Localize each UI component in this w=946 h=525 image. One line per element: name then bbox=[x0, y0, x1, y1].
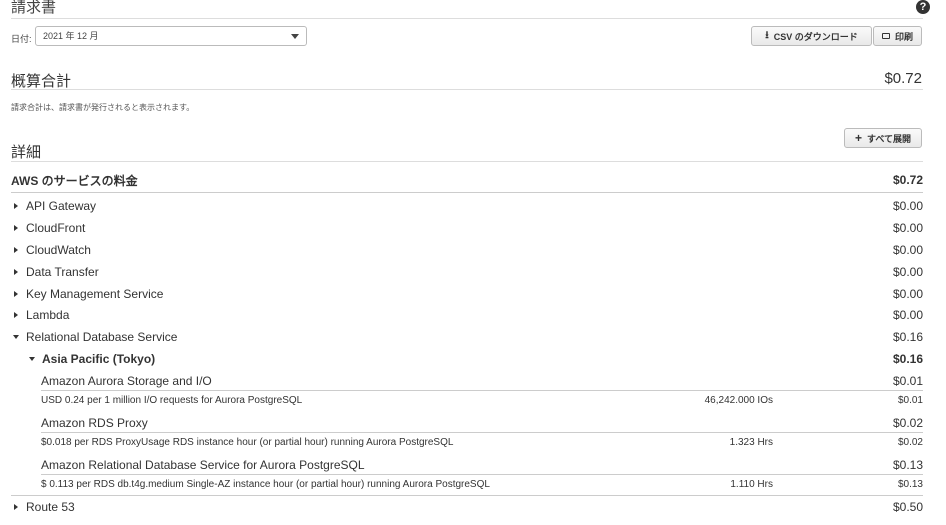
usage-type-amount: $0.13 bbox=[892, 458, 923, 472]
group-total: $0.72 bbox=[892, 173, 923, 187]
line-item-amount: $0.02 bbox=[897, 436, 923, 448]
usage-type-title: Amazon RDS Proxy bbox=[41, 416, 148, 430]
service-row-api-gateway[interactable]: API Gateway $0.00 bbox=[11, 195, 923, 217]
usage-type-heading: Amazon Relational Database Service for A… bbox=[41, 455, 923, 475]
group-divider bbox=[11, 192, 923, 193]
usage-type-title: Amazon Aurora Storage and I/O bbox=[41, 374, 212, 388]
aws-services-group-row: AWS のサービスの料金 $0.72 bbox=[11, 169, 923, 191]
service-name: Route 53 bbox=[26, 500, 75, 514]
usage-type-amount: $0.01 bbox=[892, 374, 923, 388]
estimated-total-label: 概算合計 bbox=[11, 73, 72, 90]
caret-right-icon bbox=[14, 247, 18, 253]
estimated-total-value: $0.72 bbox=[884, 70, 922, 87]
service-amount: $0.00 bbox=[892, 287, 923, 301]
caret-down-icon bbox=[13, 335, 19, 339]
service-amount: $0.00 bbox=[892, 243, 923, 257]
date-select-value: 2021 年 12 月 bbox=[43, 31, 99, 41]
expand-all-button[interactable]: + すべて展開 bbox=[844, 128, 922, 148]
service-row-lambda[interactable]: Lambda $0.00 bbox=[11, 304, 923, 326]
service-amount: $0.00 bbox=[892, 265, 923, 279]
service-name: Key Management Service bbox=[26, 287, 164, 301]
caret-right-icon bbox=[14, 312, 18, 318]
service-name: Data Transfer bbox=[26, 265, 99, 279]
plus-icon: + bbox=[854, 131, 862, 145]
caret-down-icon bbox=[29, 357, 35, 361]
line-item-desc: $0.018 per RDS ProxyUsage RDS instance h… bbox=[41, 436, 454, 448]
group-label: AWS のサービスの料金 bbox=[11, 173, 138, 188]
line-item-qty: 1.323 Hrs bbox=[729, 436, 773, 448]
service-name: API Gateway bbox=[26, 199, 97, 213]
csv-download-button[interactable]: ⭳ CSV のダウンロード bbox=[751, 26, 872, 46]
print-button[interactable]: 印刷 bbox=[873, 26, 922, 46]
usage-type-amount: $0.02 bbox=[892, 416, 923, 430]
caret-right-icon bbox=[14, 504, 18, 510]
service-amount: $0.50 bbox=[892, 500, 923, 514]
service-row-route53[interactable]: Route 53 $0.50 bbox=[11, 496, 923, 518]
caret-right-icon bbox=[14, 203, 18, 209]
region-amount: $0.16 bbox=[892, 352, 923, 366]
usage-type-heading: Amazon Aurora Storage and I/O $0.01 bbox=[41, 371, 923, 391]
service-name: CloudWatch bbox=[26, 243, 91, 257]
service-amount: $0.16 bbox=[892, 330, 923, 344]
service-row-kms[interactable]: Key Management Service $0.00 bbox=[11, 283, 923, 305]
caret-right-icon bbox=[14, 269, 18, 275]
line-item-qty: 46,242.000 IOs bbox=[704, 394, 773, 406]
download-icon: ⭳ bbox=[765, 30, 769, 41]
print-icon bbox=[881, 33, 890, 39]
total-divider bbox=[11, 89, 923, 90]
page-title: 請求書 bbox=[11, 0, 57, 16]
line-item: USD 0.24 per 1 million I/O requests for … bbox=[41, 390, 923, 410]
region-row-tokyo[interactable]: Asia Pacific (Tokyo) $0.16 bbox=[27, 348, 923, 370]
date-label: 日付: bbox=[11, 34, 32, 44]
print-label: 印刷 bbox=[894, 31, 913, 42]
csv-download-label: CSV のダウンロード bbox=[773, 31, 858, 42]
service-amount: $0.00 bbox=[892, 308, 923, 322]
service-name: Lambda bbox=[26, 308, 70, 322]
service-amount: $0.00 bbox=[892, 221, 923, 235]
service-name: Relational Database Service bbox=[26, 330, 178, 344]
details-title: 詳細 bbox=[11, 144, 42, 161]
details-divider bbox=[11, 161, 923, 162]
line-item: $ 0.113 per RDS db.t4g.medium Single-AZ … bbox=[41, 474, 923, 494]
caret-right-icon bbox=[14, 291, 18, 297]
total-note: 請求合計は、請求書が発行されると表示されます。 bbox=[11, 103, 195, 112]
usage-type-heading: Amazon RDS Proxy $0.02 bbox=[41, 413, 923, 433]
service-amount: $0.00 bbox=[892, 199, 923, 213]
region-name: Asia Pacific (Tokyo) bbox=[42, 352, 156, 366]
usage-type-title: Amazon Relational Database Service for A… bbox=[41, 458, 365, 472]
service-row-rds[interactable]: Relational Database Service $0.16 bbox=[11, 326, 923, 348]
line-item-qty: 1.110 Hrs bbox=[730, 478, 773, 490]
caret-right-icon bbox=[14, 225, 18, 231]
line-item-amount: $0.13 bbox=[897, 478, 923, 490]
line-item: $0.018 per RDS ProxyUsage RDS instance h… bbox=[41, 432, 923, 452]
line-item-desc: USD 0.24 per 1 million I/O requests for … bbox=[41, 394, 303, 406]
date-select[interactable]: 2021 年 12 月 bbox=[35, 26, 307, 46]
line-item-amount: $0.01 bbox=[897, 394, 923, 406]
service-name: CloudFront bbox=[26, 221, 86, 235]
service-row-cloudfront[interactable]: CloudFront $0.00 bbox=[11, 217, 923, 239]
help-icon[interactable]: ? bbox=[916, 0, 930, 14]
chevron-down-icon bbox=[291, 34, 299, 39]
service-row-data-transfer[interactable]: Data Transfer $0.00 bbox=[11, 261, 923, 283]
header-divider bbox=[11, 18, 923, 19]
line-item-desc: $ 0.113 per RDS db.t4g.medium Single-AZ … bbox=[41, 478, 490, 490]
expand-all-label: すべて展開 bbox=[867, 133, 912, 144]
service-row-cloudwatch[interactable]: CloudWatch $0.00 bbox=[11, 239, 923, 261]
